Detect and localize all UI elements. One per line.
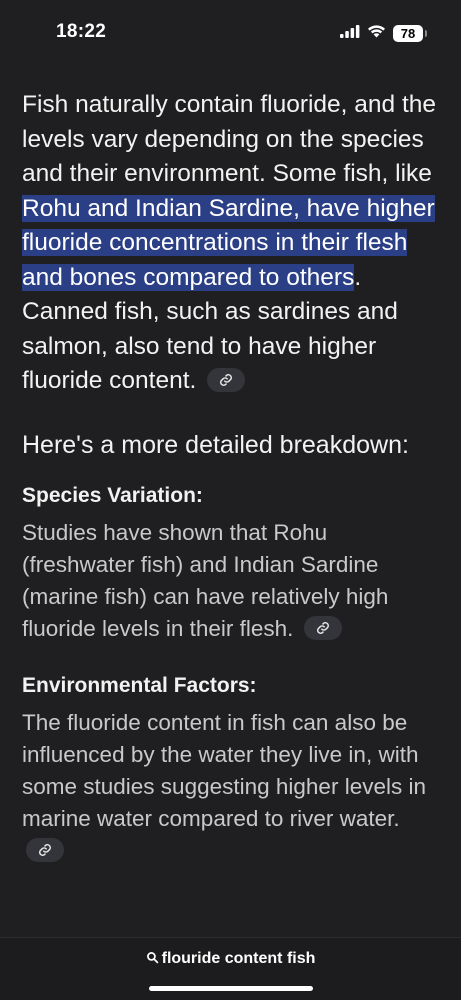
link-icon [220, 373, 233, 386]
section-title-species: Species Variation: [22, 483, 203, 507]
link-icon [316, 621, 329, 634]
section-body-species: Studies have shown that Rohu (freshwater… [22, 519, 389, 641]
section-title-environment: Environmental Factors: [22, 673, 257, 697]
answer-content: Fish naturally contain fluoride, and the… [22, 88, 442, 867]
search-icon [146, 952, 158, 964]
home-indicator[interactable] [148, 986, 313, 991]
answer-paragraph: Fish naturally contain fluoride, and the… [22, 88, 442, 399]
battery-icon: 78 [393, 25, 427, 42]
source-link-button[interactable] [207, 367, 246, 392]
source-link-button[interactable] [26, 837, 64, 862]
source-link-button[interactable] [303, 615, 342, 640]
answer-text-before: Fish naturally contain fluoride, and the… [22, 91, 437, 187]
search-query[interactable]: flouride content fish [0, 950, 461, 968]
highlighted-text: Rohu and Indian Sardine, have higher flu… [22, 194, 435, 291]
wifi-icon [367, 24, 386, 43]
search-query-text: flouride content fish [161, 950, 316, 967]
signal-icon [340, 24, 360, 43]
bottom-query-bar[interactable]: flouride content fish [0, 937, 461, 1000]
battery-level: 78 [400, 26, 416, 41]
link-icon [39, 843, 51, 856]
status-bar: 18:22 78 [0, 0, 461, 70]
screen: 18:22 78 Fish naturally contain fluoride… [0, 0, 461, 1000]
breakdown-heading: Here's a more detailed breakdown: [22, 430, 409, 459]
status-time: 18:22 [56, 21, 107, 42]
status-icons: 78 [340, 24, 427, 43]
section-body-environment: The fluoride content in fish can also be… [22, 707, 442, 867]
